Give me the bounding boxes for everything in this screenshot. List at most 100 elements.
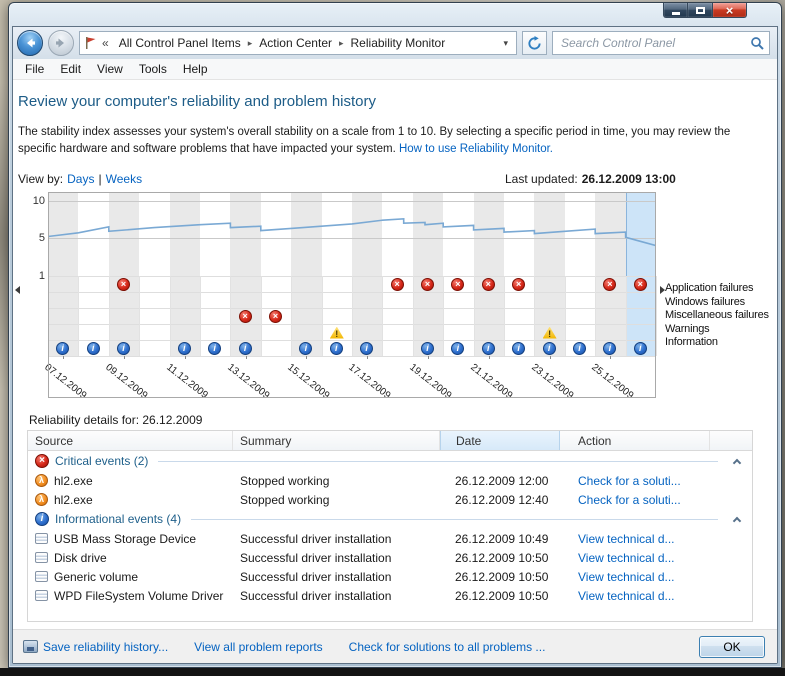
breadcrumb-item[interactable]: Action Center [253, 32, 338, 54]
column-header-date[interactable]: Date [440, 431, 560, 450]
maximize-button[interactable] [688, 3, 713, 18]
source-name: hl2.exe [54, 473, 93, 488]
error-event-icon: × [238, 309, 252, 323]
column-header-source[interactable]: Source [28, 431, 233, 450]
info-event-icon: i [573, 341, 586, 355]
footer-link[interactable]: Save reliability history... [43, 640, 168, 654]
refresh-button[interactable] [522, 31, 547, 55]
details-table: Source Summary Date Action × Critical events… [27, 430, 753, 622]
menu-tools[interactable]: Tools [131, 59, 175, 79]
date-label: 23.12.2009 [528, 362, 576, 402]
column-separator [382, 276, 384, 356]
table-row[interactable]: λ hl2.exe Stopped working 26.12.2009 12:40 C… [28, 490, 752, 509]
cell-summary: Stopped working [240, 473, 330, 488]
driver-icon [35, 590, 48, 601]
breadcrumb-dropdown-icon[interactable]: ▾ [497, 38, 514, 49]
cell-summary: Successful driver installation [240, 531, 392, 546]
scroll-right-arrow[interactable] [660, 286, 665, 294]
date-label: 13.12.2009 [224, 362, 272, 402]
column-separator [595, 276, 597, 356]
stability-chart: 10 5 1 × × × × × × × × × ×!! i i i i i i i i i i i i i i i i i 07.12.2… [13, 190, 777, 406]
menu-file[interactable]: File [17, 59, 52, 79]
cell-summary: Stopped working [240, 492, 330, 507]
error-event-icon: × [481, 277, 495, 291]
source-name: Generic volume [54, 569, 139, 584]
column-separator [321, 276, 323, 356]
control-panel-icon [84, 36, 97, 50]
error-event-icon: × [603, 277, 617, 291]
date-tick [63, 356, 65, 359]
view-by-weeks-link[interactable]: Weeks [106, 172, 142, 186]
chart-category-labels: Application failures Windows failures Misc… [665, 282, 769, 350]
collapse-group-button[interactable] [728, 515, 746, 525]
footer-links: Save reliability history... View all prob… [23, 640, 699, 654]
table-row[interactable]: USB Mass Storage Device Successful driver… [28, 529, 752, 548]
info-event-icon: i [56, 341, 70, 355]
view-by-days-link[interactable]: Days [67, 172, 94, 186]
y-axis-label: 10 [32, 195, 45, 207]
action-link[interactable]: Check for a soluti... [578, 474, 681, 488]
titlebar[interactable]: × [13, 3, 777, 27]
search-input[interactable]: Search Control Panel [552, 31, 770, 55]
date-tick [428, 356, 429, 359]
search-icon[interactable] [750, 36, 765, 51]
breadcrumb-item[interactable]: Reliability Monitor [345, 32, 452, 54]
table-header: Source Summary Date Action [28, 431, 752, 451]
breadcrumb-overflow-icon[interactable]: « [100, 36, 113, 50]
info-event-icon: i [512, 341, 526, 355]
table-row[interactable]: WPD FileSystem Volume Driver Successful d… [28, 586, 752, 605]
footer-link[interactable]: Check for solutions to all problems ... [349, 640, 546, 654]
action-link[interactable]: View technical d... [578, 589, 675, 603]
date-label: 15.12.2009 [285, 362, 332, 402]
cell-date: 26.12.2009 12:00 [455, 473, 549, 488]
date-label: 07.12.2009 [42, 362, 89, 402]
column-header-summary[interactable]: Summary [233, 431, 440, 450]
error-event-icon: × [451, 277, 465, 291]
error-event-icon: × [512, 277, 526, 291]
action-link[interactable]: View technical d... [578, 551, 675, 565]
menu-view[interactable]: View [89, 59, 131, 79]
scroll-left-arrow[interactable] [15, 286, 20, 294]
application-icon: λ [35, 474, 48, 487]
breadcrumb-item[interactable]: All Control Panel Items [113, 32, 247, 54]
minimize-button[interactable] [663, 3, 688, 18]
footer-link[interactable]: View all problem reports [194, 640, 323, 654]
column-header-action[interactable]: Action [560, 431, 710, 450]
page-description: The stability index assesses your system… [18, 124, 760, 159]
date-label: 21.12.2009 [468, 362, 515, 402]
breadcrumb: « All Control Panel Items ▸ Action Center ▸… [79, 31, 517, 55]
action-link[interactable]: View technical d... [578, 532, 675, 546]
forward-button[interactable] [48, 30, 74, 56]
driver-icon [35, 571, 48, 582]
footer-bar: Save reliability history... View all prob… [13, 629, 777, 663]
reliability-monitor-window: × « All Control Panel Items ▸ Action Cente… [8, 2, 782, 668]
back-button[interactable] [17, 30, 43, 56]
info-event-icon: i [360, 341, 374, 355]
collapse-group-button[interactable] [728, 457, 746, 467]
table-row[interactable]: Generic volume Successful driver installa… [28, 567, 752, 586]
column-separator [291, 276, 293, 356]
info-event-icon: i [238, 341, 252, 355]
column-separator [504, 276, 505, 356]
table-row[interactable]: λ hl2.exe Stopped working 26.12.2009 12:00 C… [28, 471, 752, 490]
menu-help[interactable]: Help [175, 59, 216, 79]
table-row[interactable]: Disk drive Successful driver installation… [28, 548, 752, 567]
info-event-icon: i [421, 341, 434, 355]
info-event-icon: i [481, 341, 495, 355]
event-group-row: i Informational events (4) [28, 509, 752, 529]
column-separator [564, 276, 566, 356]
date-label: 25.12.2009 [589, 362, 636, 402]
close-button[interactable]: × [713, 3, 747, 18]
date-tick [184, 356, 186, 359]
menu-edit[interactable]: Edit [52, 59, 89, 79]
action-link[interactable]: Check for a soluti... [578, 493, 681, 507]
y-axis-label: 5 [38, 232, 45, 244]
ok-button[interactable]: OK [699, 635, 765, 658]
action-link[interactable]: View technical d... [578, 570, 675, 584]
application-icon: λ [35, 493, 48, 506]
column-separator [139, 276, 141, 356]
chart-row-label: Miscellaneous failures [665, 309, 769, 321]
stability-index-line [48, 217, 656, 247]
how-to-use-link[interactable]: How to use Reliability Monitor. [399, 143, 553, 155]
event-group-row: × Critical events (2) [28, 451, 752, 471]
